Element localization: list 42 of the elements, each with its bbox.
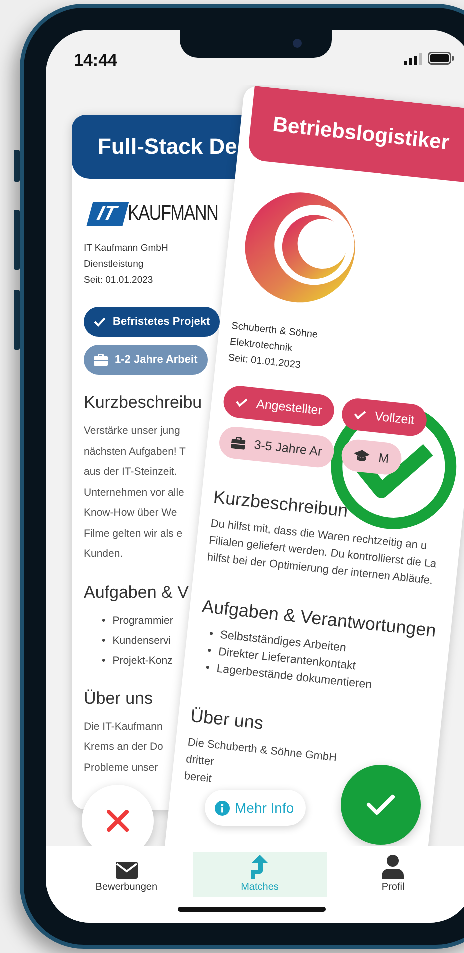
signal-icon — [404, 52, 422, 64]
section-text: Die IT-Kaufmann Krems an der Do Probleme unser — [84, 720, 164, 776]
tag-chip: 3-5 Jahre Ar — [218, 425, 336, 470]
check-icon — [94, 317, 106, 327]
side-button[interactable] — [14, 210, 20, 270]
info-icon — [215, 800, 230, 816]
company-info: Schuberth & Söhne Elektrotechnik Seit: 01.01.2023 — [227, 320, 319, 374]
nav-tab[interactable]: Bewerbungen — [60, 852, 194, 897]
nav-tab[interactable]: Profil — [326, 852, 460, 897]
company-info: IT Kaufmann GmbH Dienstleistung Seit: 01.01.2023 — [84, 242, 168, 288]
battery-icon — [428, 52, 454, 65]
graduation-cap-icon — [353, 449, 370, 464]
logo-text: KAUFMANN — [128, 202, 218, 226]
job-title: Full-Stack De — [98, 134, 238, 160]
briefcase-icon — [230, 436, 246, 450]
section-text: Verstärke unser jung nächsten Aufgaben! T aus der IT-Steinzeit. Unternehmen vor alle Know-How über We Filme gelten wir als e Kunden. — [84, 424, 186, 562]
person-icon — [382, 855, 404, 879]
close-icon — [107, 810, 129, 832]
bullet-item: • Programmier — [102, 614, 174, 628]
bullet-item: • Kundenservi — [102, 634, 172, 648]
check-icon — [366, 794, 396, 816]
logo-mark: IT — [86, 202, 129, 226]
section-heading: Kurzbeschreibu — [84, 393, 202, 413]
bullet-item: • Projekt-Konz — [102, 654, 173, 668]
turn-up-arrow-icon — [250, 855, 269, 879]
section-heading: Über uns — [84, 688, 153, 708]
status-time: 14:44 — [74, 50, 118, 70]
section-heading: Aufgaben & V — [84, 582, 189, 602]
tag-chip: Angestellter — [222, 384, 336, 428]
side-button[interactable] — [14, 150, 20, 182]
side-button[interactable] — [14, 290, 20, 350]
job-title: Betriebslogistiker — [272, 113, 451, 156]
tag-chip: Vollzeit — [340, 397, 428, 438]
section-text: Die Schuberth & Söhne GmbH dritter bereit — [183, 736, 338, 788]
check-icon — [354, 409, 367, 420]
section-text: Du hilfst mit, dass die Waren rechtzeitig an u Filialen geliefert werden. Du kontrollierst die La hilfst bei der Optimierung der internen Abläufe. — [206, 517, 438, 590]
briefcase-icon — [94, 354, 108, 366]
envelope-icon — [116, 862, 138, 879]
tag-chip: 1-2 Jahre Arbeit — [84, 345, 208, 375]
check-icon — [235, 396, 248, 408]
section-heading: Über uns — [190, 706, 264, 734]
tag-chip: Befristetes Projekt — [84, 307, 220, 337]
